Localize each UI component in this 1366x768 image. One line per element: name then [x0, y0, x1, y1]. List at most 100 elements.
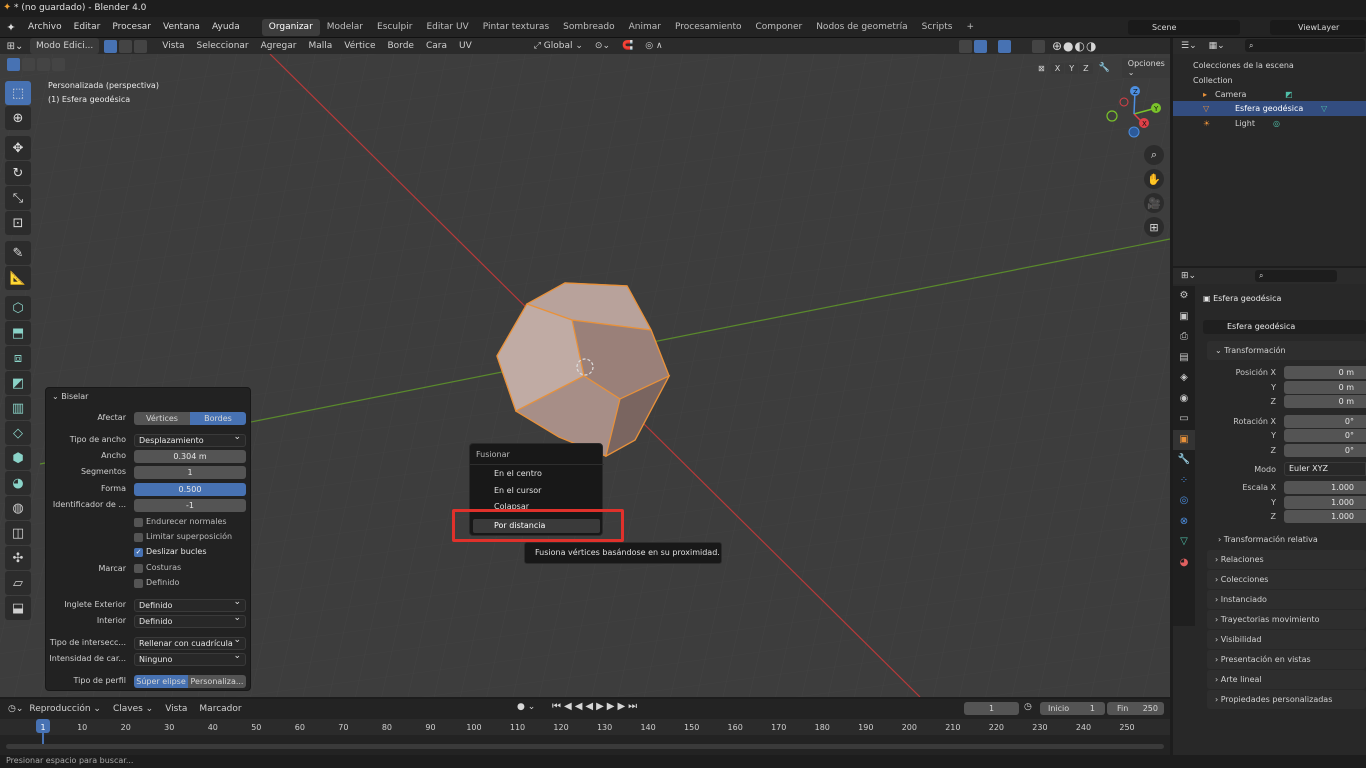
menu-procesar[interactable]: Procesar: [106, 17, 157, 38]
menu-reproduccion[interactable]: Reproducción ⌄: [23, 701, 107, 717]
annotate-tool-icon[interactable]: ✎: [5, 241, 31, 265]
light-row[interactable]: ☀ Light ◎: [1173, 116, 1366, 131]
display-mode-icon[interactable]: ▦⌄: [1209, 41, 1225, 51]
collection-row[interactable]: Collection: [1173, 73, 1366, 88]
menu-marcador[interactable]: Marcador: [193, 701, 247, 717]
loop-cut-tool-icon[interactable]: ▥: [5, 396, 31, 420]
rotate-tool-icon[interactable]: ↻: [5, 161, 31, 185]
costuras-checkbox[interactable]: [134, 564, 143, 573]
extrude-tool-icon[interactable]: ⬒: [5, 321, 31, 345]
scene-tab-icon[interactable]: ◈: [1173, 368, 1195, 389]
inglete-interior-dropdown[interactable]: Definido: [134, 613, 246, 628]
wrench-icon[interactable]: 🔧: [1099, 63, 1110, 73]
bevel-panel-header[interactable]: ⌄ Biselar: [52, 392, 88, 401]
transform-tool-icon[interactable]: ⊡: [5, 211, 31, 235]
relative-transform-header[interactable]: › Transformación relativa: [1218, 535, 1318, 544]
poly-build-tool-icon[interactable]: ⬢: [5, 446, 31, 470]
select-intersect-icon[interactable]: [52, 58, 65, 71]
section-instanciado[interactable]: › Instanciado: [1207, 590, 1366, 609]
pivot-icon[interactable]: ⊙⌄: [589, 38, 616, 54]
scale-y-field[interactable]: 1.000: [1284, 496, 1366, 509]
identificador-field[interactable]: -1: [134, 499, 246, 512]
data-tab-icon[interactable]: ▽: [1173, 532, 1195, 553]
world-tab-icon[interactable]: ◉: [1173, 389, 1195, 410]
menu-editar[interactable]: Editar: [68, 17, 107, 38]
rip-tool-icon[interactable]: ⬓: [5, 596, 31, 620]
vertex-select-icon[interactable]: [104, 39, 118, 53]
super-elipse-button[interactable]: Súper elipse: [134, 675, 188, 688]
section-arte-lineal[interactable]: › Arte lineal: [1207, 670, 1366, 689]
endurecer-checkbox[interactable]: [134, 518, 143, 527]
tab-organizar[interactable]: Organizar: [261, 18, 320, 36]
add-workspace-icon[interactable]: +: [959, 19, 981, 36]
esfera-row[interactable]: ▽ Esfera geodésica ▽: [1173, 101, 1366, 116]
tab-nodos-geometria[interactable]: Nodos de geometría: [809, 19, 914, 36]
tool-tab-icon[interactable]: ⚙: [1173, 286, 1195, 307]
tab-scripts[interactable]: Scripts: [915, 19, 960, 36]
rot-x-field[interactable]: 0°: [1284, 415, 1366, 428]
options-button[interactable]: Opciones ⌄: [1121, 58, 1170, 78]
blender-menu-icon[interactable]: ✦: [0, 21, 22, 34]
smooth-tool-icon[interactable]: ◍: [5, 496, 31, 520]
axis-x-toggle[interactable]: X: [1050, 62, 1065, 74]
section-propiedades[interactable]: › Propiedades personalizadas: [1207, 690, 1366, 709]
timeline-scrollbar[interactable]: [6, 744, 1164, 749]
knife-tool-icon[interactable]: ◇: [5, 421, 31, 445]
shear-tool-icon[interactable]: ▱: [5, 571, 31, 595]
object-name-field[interactable]: Esfera geodésica: [1203, 320, 1366, 334]
tab-sombreado[interactable]: Sombreado: [556, 19, 621, 36]
pos-y-field[interactable]: 0 m: [1284, 381, 1366, 394]
transform-section-header[interactable]: ⌄ Transformación: [1207, 341, 1366, 360]
scale-tool-icon[interactable]: ⤡: [5, 186, 31, 210]
tab-pintar-texturas[interactable]: Pintar texturas: [476, 19, 556, 36]
timeline-editor-icon[interactable]: ◷⌄: [8, 704, 23, 714]
proportional-edit-icon[interactable]: ◎ ∧: [639, 38, 668, 54]
menu-vista-timeline[interactable]: Vista: [159, 701, 193, 717]
zoom-icon[interactable]: ⌕: [1144, 145, 1164, 165]
physics-tab-icon[interactable]: ◎: [1173, 491, 1195, 512]
view-layer-selector[interactable]: ViewLayer: [1270, 20, 1366, 35]
record-icon[interactable]: ● ⌄: [517, 702, 535, 712]
menu-seleccionar[interactable]: Seleccionar: [191, 38, 255, 54]
select-subtract-icon[interactable]: [37, 58, 50, 71]
inglete-exterior-dropdown[interactable]: Definido: [134, 597, 246, 612]
section-trayectorias[interactable]: › Trayectorias movimiento: [1207, 610, 1366, 629]
orientation-selector[interactable]: ⤢ Global ⌄: [528, 38, 589, 54]
tab-procesamiento[interactable]: Procesamiento: [668, 19, 749, 36]
tipo-interseccion-dropdown[interactable]: Rellenar con cuadrícula: [134, 635, 246, 650]
menu-borde[interactable]: Borde: [381, 38, 419, 54]
menu-cara[interactable]: Cara: [420, 38, 453, 54]
forma-slider[interactable]: 0.500: [134, 483, 246, 496]
scale-z-field[interactable]: 1.000: [1284, 510, 1366, 523]
afectar-bordes-button[interactable]: Bordes: [190, 412, 246, 425]
inset-tool-icon[interactable]: ⧈: [5, 346, 31, 370]
snap-icon[interactable]: 🧲: [616, 38, 639, 54]
merge-at-cursor-item[interactable]: En el cursor: [494, 486, 541, 495]
menu-ayuda[interactable]: Ayuda: [206, 17, 246, 38]
scene-selector[interactable]: Scene: [1128, 20, 1240, 35]
constraints-tab-icon[interactable]: ⊗: [1173, 512, 1195, 533]
material-tab-icon[interactable]: ◕: [1173, 553, 1195, 574]
editor-type-icon[interactable]: ⊞⌄: [0, 41, 30, 52]
end-frame-field[interactable]: Fin 250: [1107, 702, 1164, 715]
object-tab-icon[interactable]: ▣: [1173, 429, 1195, 450]
shrink-fatten-tool-icon[interactable]: ✣: [5, 546, 31, 570]
section-visibilidad[interactable]: › Visibilidad: [1207, 630, 1366, 649]
menu-vertice[interactable]: Vértice: [338, 38, 381, 54]
collection-tab-icon[interactable]: ▭: [1173, 409, 1195, 430]
tab-editar-uv[interactable]: Editar UV: [419, 19, 475, 36]
rot-z-field[interactable]: 0°: [1284, 444, 1366, 457]
navigation-gizmo[interactable]: Y X Z: [1104, 84, 1166, 144]
deslizar-checkbox[interactable]: ✓: [134, 548, 143, 557]
modifier-tab-icon[interactable]: 🔧: [1173, 450, 1195, 471]
gizmo-icon[interactable]: [974, 39, 987, 53]
select-box-tool-icon[interactable]: ⬚: [5, 81, 31, 105]
tipo-ancho-dropdown[interactable]: Desplazamiento: [134, 432, 246, 447]
edge-select-icon[interactable]: [119, 39, 133, 53]
rot-y-field[interactable]: 0°: [1284, 429, 1366, 442]
render-tab-icon[interactable]: ▣: [1173, 307, 1195, 328]
menu-claves[interactable]: Claves ⌄: [107, 701, 159, 717]
section-colecciones[interactable]: › Colecciones: [1207, 570, 1366, 589]
intensidad-dropdown[interactable]: Ninguno: [134, 651, 246, 666]
definido-checkbox[interactable]: [134, 579, 143, 588]
